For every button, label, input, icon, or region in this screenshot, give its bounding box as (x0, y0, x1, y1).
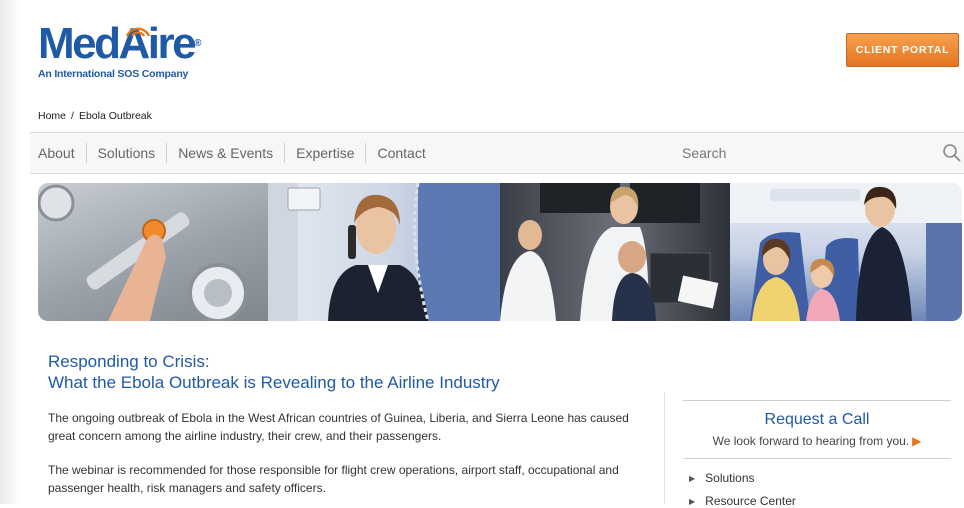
medaire-logo[interactable]: MedAire® An International SOS Company (38, 22, 201, 81)
nav-item-news-events[interactable]: News & Events (167, 143, 286, 163)
breadcrumb-current: Ebola Outbreak (78, 110, 152, 122)
client-portal-button[interactable]: CLIENT PORTAL (846, 33, 959, 67)
nav-item-about[interactable]: About (38, 143, 87, 163)
flight-attendant-phone-photo (268, 183, 500, 321)
nav-item-expertise[interactable]: Expertise (285, 143, 367, 163)
hero-banner (38, 183, 962, 321)
logo-wordmark: MedAire® (38, 22, 201, 66)
search-input[interactable]: Search (682, 133, 726, 173)
sidebar-link-solutions[interactable]: ▶ Solutions (689, 471, 755, 485)
article-paragraph-1: The ongoing outbreak of Ebola in the Wes… (48, 411, 629, 443)
search-icon[interactable] (942, 143, 962, 163)
request-call-subtitle-text: We look forward to hearing from you. (712, 434, 910, 448)
logo-tagline: An International SOS Company (38, 68, 189, 80)
logo-registered-mark: ® (194, 38, 202, 49)
content-divider (664, 392, 665, 504)
button-panel-photo (38, 183, 268, 321)
nav-item-solutions[interactable]: Solutions (87, 143, 168, 163)
request-call-subtitle[interactable]: We look forward to hearing from you. ▶ (683, 434, 951, 448)
medical-operations-center-photo (500, 183, 730, 321)
breadcrumb-home[interactable]: Home (38, 110, 66, 122)
nav-item-contact[interactable]: Contact (366, 143, 436, 163)
sidebar-link-label: Solutions (705, 471, 755, 485)
signal-arcs-icon (125, 27, 151, 37)
article-paragraph-2: The webinar is recommended for those res… (48, 463, 619, 495)
sidebar-link-label: Resource Center (705, 494, 796, 508)
page-left-shadow (0, 0, 22, 504)
cabin-crew-passengers-photo (730, 183, 962, 321)
article-title: Responding to Crisis: What the Ebola Out… (48, 351, 500, 393)
sidebar-link-resource-center[interactable]: ▶ Resource Center (689, 494, 796, 508)
triangle-right-icon: ▶ (689, 496, 696, 506)
request-call-title[interactable]: Request a Call (683, 411, 951, 429)
triangle-right-icon: ▶ (689, 473, 696, 483)
arrow-right-icon: ▶ (912, 434, 922, 448)
article-title-line2: What the Ebola Outbreak is Revealing to … (48, 373, 500, 392)
sidebar-divider-top (683, 400, 951, 401)
breadcrumb: Home / Ebola Outbreak (38, 110, 152, 122)
sidebar-divider-bottom (683, 458, 951, 459)
main-navigation: About Solutions News & Events Expertise … (30, 132, 964, 174)
logo-text: MedAire (38, 19, 197, 68)
breadcrumb-separator: / (71, 110, 74, 122)
article-title-line1: Responding to Crisis: (48, 352, 210, 371)
